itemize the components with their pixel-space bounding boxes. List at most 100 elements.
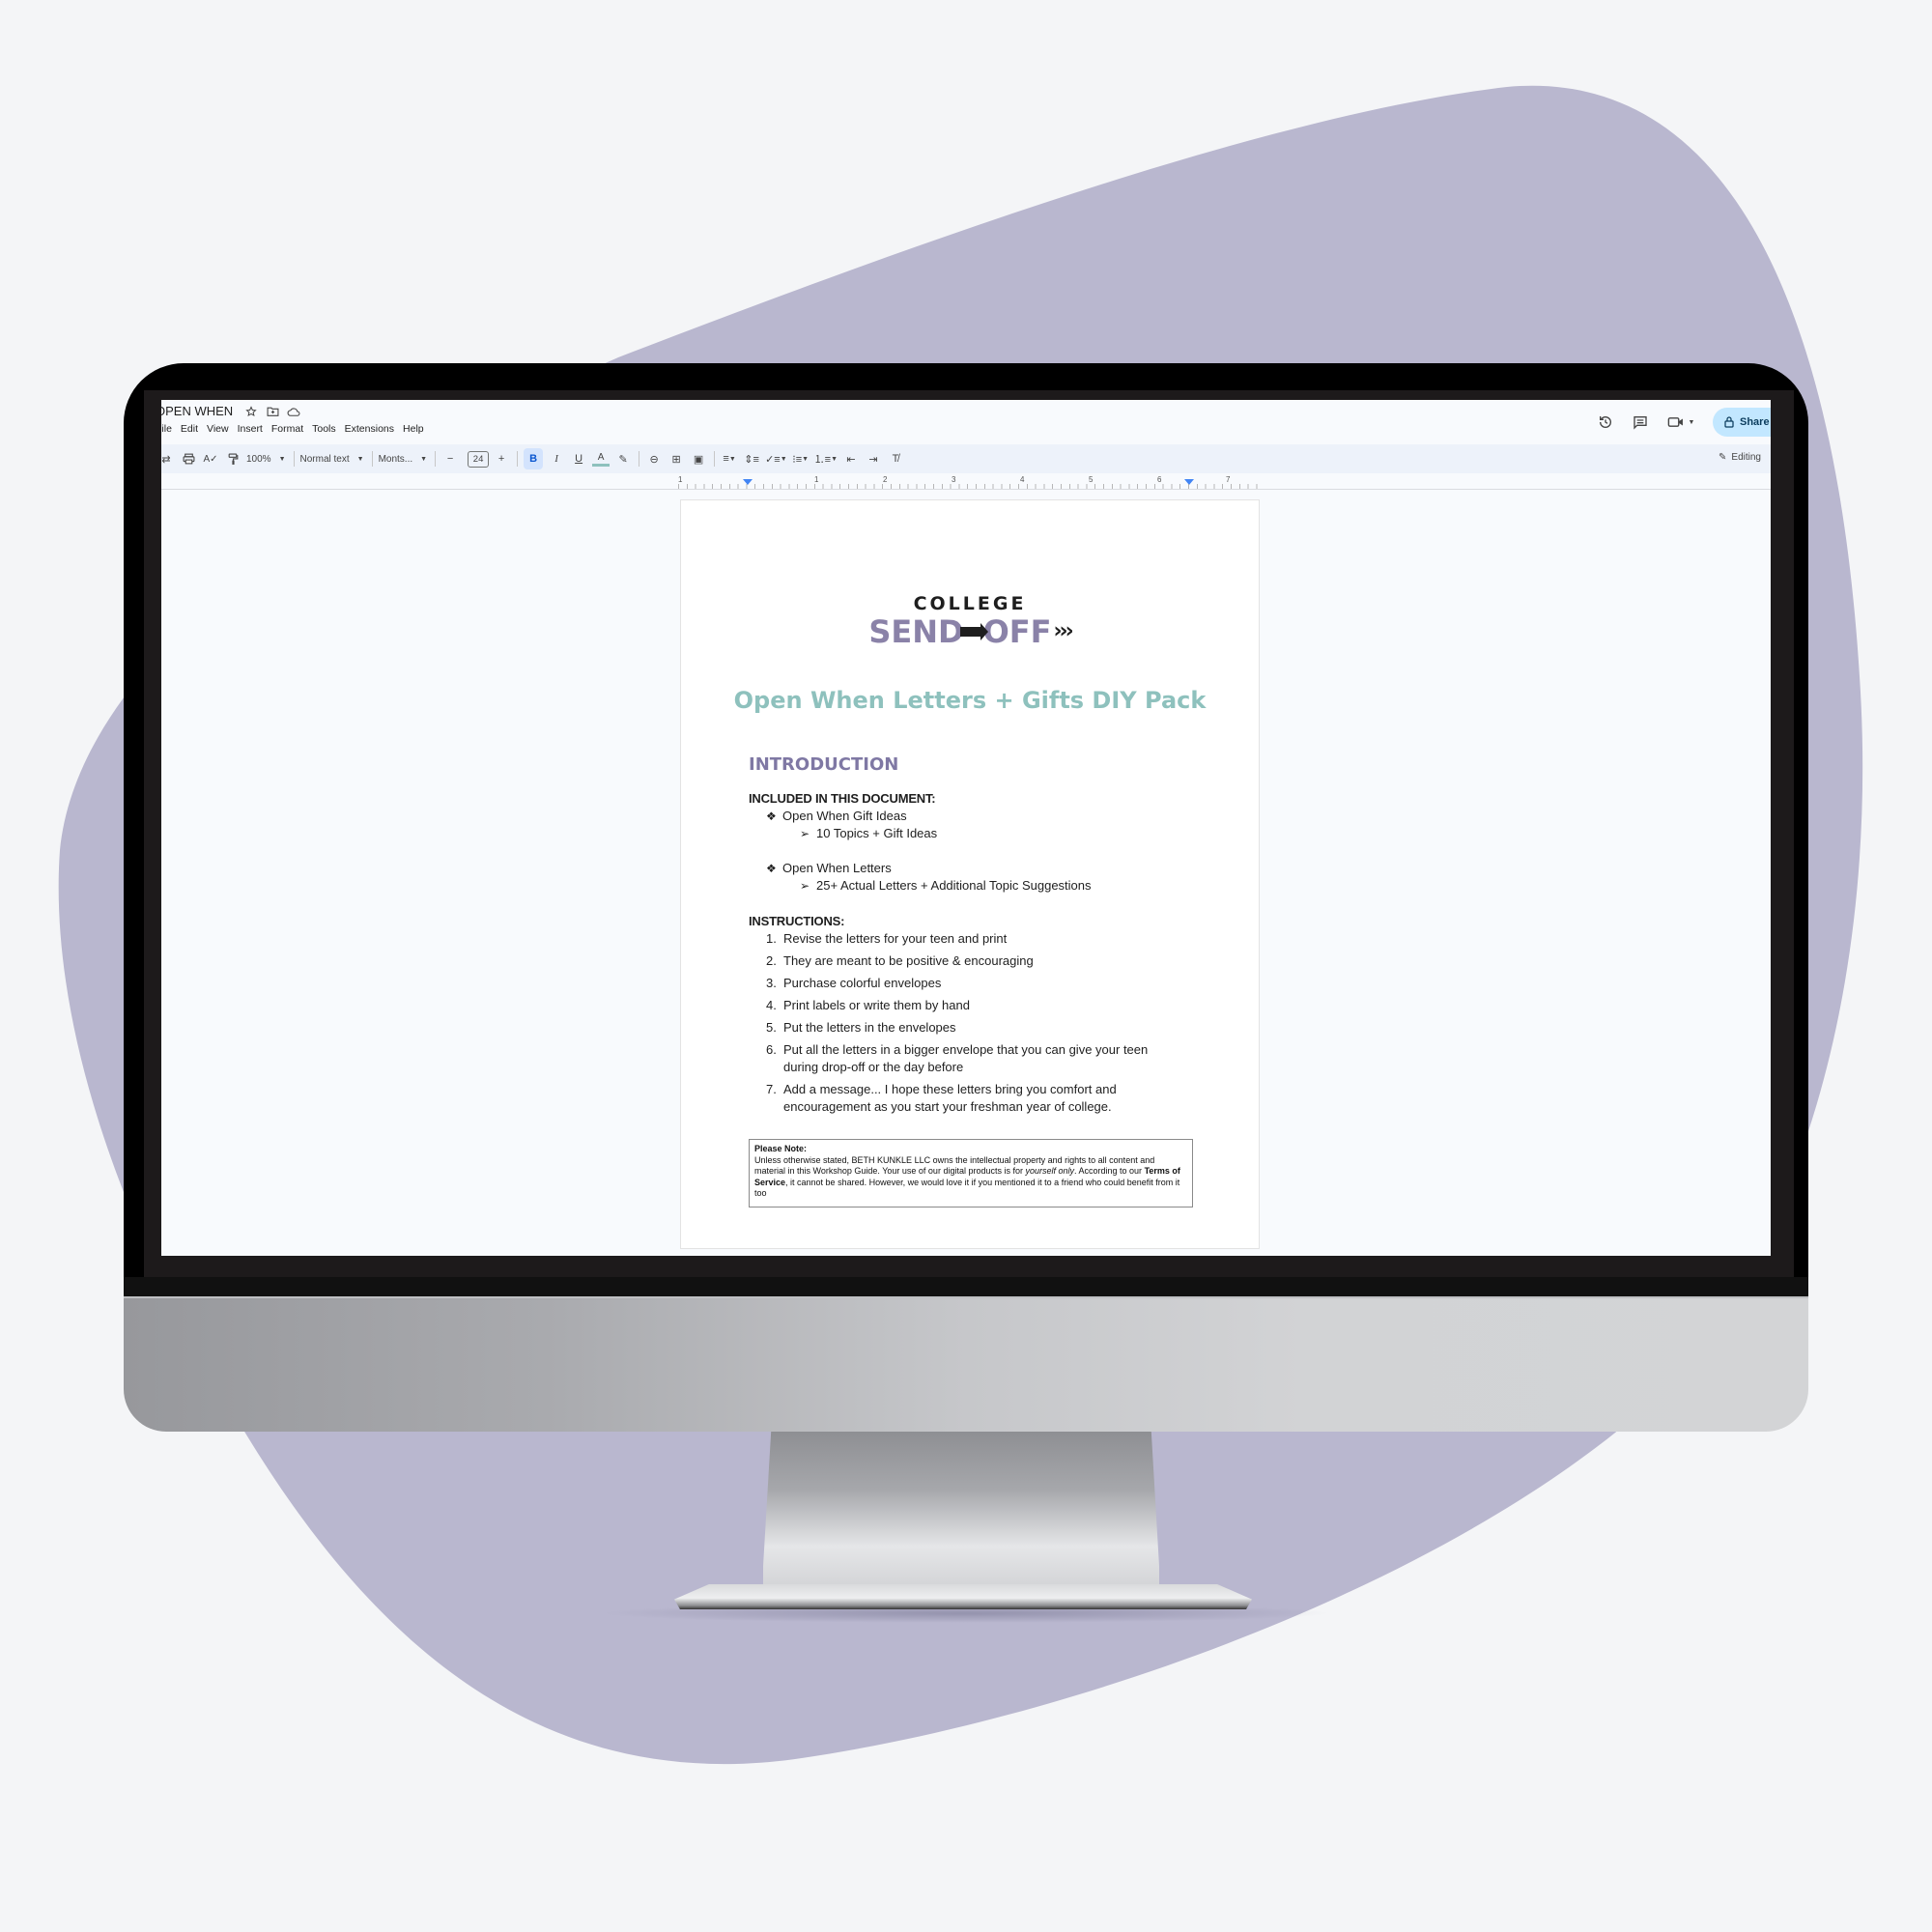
- logo: COLLEGE SEND OFF ›››: [681, 593, 1259, 647]
- paint-format-icon[interactable]: [224, 448, 242, 469]
- document-heading: Open When Letters + Gifts DIY Pack: [733, 687, 1207, 714]
- style-select[interactable]: Normal text ▼: [300, 454, 364, 465]
- instruction-item: 1. Revise the letters for your teen and p…: [766, 931, 1008, 946]
- list-item: ❖ Open When Gift Ideas: [766, 809, 907, 823]
- menu-edit[interactable]: Edit: [181, 423, 198, 435]
- monitor-chin: [124, 1296, 1808, 1432]
- bulleted-list-icon[interactable]: ⁝≡ ▼: [792, 448, 810, 469]
- clear-formatting-icon[interactable]: T̸: [887, 448, 904, 469]
- ruler-divider: [161, 489, 1771, 490]
- font-size-input[interactable]: 24: [468, 450, 490, 468]
- menu-format[interactable]: Format: [271, 423, 303, 435]
- text-color-button[interactable]: A: [592, 451, 611, 467]
- ruler-label: 3: [952, 475, 956, 484]
- menu-file[interactable]: File: [161, 423, 172, 435]
- meet-dropdown-icon[interactable]: ▼: [1689, 419, 1695, 426]
- legal-note-box: Please Note: Unless otherwise stated, BE…: [749, 1139, 1193, 1208]
- menu-help[interactable]: Help: [403, 423, 424, 435]
- editing-mode-button[interactable]: ✎ Editing: [1719, 452, 1761, 463]
- ruler-label: 2: [883, 475, 888, 484]
- pencil-icon: ✎: [1719, 452, 1727, 463]
- document-page[interactable]: COLLEGE SEND OFF ››› Open When Letters +…: [680, 499, 1260, 1249]
- instruction-item: 2. They are meant to be positive & encour…: [766, 953, 1034, 968]
- bold-button[interactable]: B: [524, 448, 544, 469]
- menu-view[interactable]: View: [207, 423, 229, 435]
- list-subitem: ➢ 10 Topics + Gift Ideas: [800, 826, 938, 840]
- chevron-down-icon: ▼: [420, 455, 428, 463]
- monitor-stand-neck: [763, 1432, 1159, 1596]
- add-comment-icon[interactable]: ⊞: [668, 448, 685, 469]
- diamond-bullet-icon: ❖: [766, 862, 777, 875]
- insert-image-icon[interactable]: ▣: [690, 448, 707, 469]
- logo-send-off: SEND OFF ›››: [868, 613, 1073, 650]
- document-title[interactable]: OPEN WHEN: [161, 404, 233, 418]
- increase-font-size-button[interactable]: +: [493, 448, 510, 469]
- logo-college: COLLEGE: [913, 593, 1027, 614]
- instruction-item: 4. Print labels or write them by hand: [766, 998, 970, 1012]
- ruler-label: 7: [1226, 475, 1231, 484]
- monitor-bezel-bottom: [124, 1277, 1808, 1296]
- lock-icon: [1724, 416, 1734, 428]
- list-subitem: ➢ 25+ Actual Letters + Additional Topic S…: [800, 878, 1092, 893]
- ruler-label: 1: [814, 475, 819, 484]
- ruler-label: 5: [1089, 475, 1094, 484]
- menu-insert[interactable]: Insert: [238, 423, 263, 435]
- align-icon[interactable]: ≡ ▼: [721, 448, 738, 469]
- checklist-icon[interactable]: ✓≡ ▼: [765, 448, 787, 469]
- toolbar-divider: [714, 451, 716, 467]
- instruction-item: 5. Put the letters in the envelopes: [766, 1020, 956, 1035]
- toolbar-divider: [435, 451, 437, 467]
- diamond-bullet-icon: ❖: [766, 810, 777, 823]
- highlight-icon[interactable]: ✎: [614, 448, 632, 469]
- move-to-folder-icon[interactable]: [266, 405, 279, 418]
- ruler-label: 1: [678, 475, 683, 484]
- arrow-bullet-icon: ➢: [800, 879, 810, 893]
- chevron-down-icon: ▼: [356, 455, 364, 463]
- title-bar: OPEN WHEN File Edit View Insert Format T…: [161, 400, 1771, 444]
- version-history-icon[interactable]: [1597, 413, 1614, 431]
- link-icon[interactable]: ⊖: [645, 448, 663, 469]
- comments-icon[interactable]: [1632, 413, 1649, 431]
- underline-button[interactable]: U: [570, 448, 587, 469]
- line-spacing-icon[interactable]: ⇕≡: [743, 448, 760, 469]
- arrow-bullet-icon: ➢: [800, 827, 810, 840]
- note-label: Please Note:: [754, 1144, 808, 1153]
- introduction-heading: INTRODUCTION: [749, 754, 899, 775]
- toolbar: ⇄ A✓ 100% ▼ Normal text ▼ Monts... ▼ − 24 +…: [161, 444, 1771, 473]
- chevrons-icon: ›››: [1053, 619, 1073, 643]
- instructions-label: INSTRUCTIONS:: [749, 914, 845, 928]
- italic-button[interactable]: I: [548, 448, 565, 469]
- print-icon[interactable]: [180, 448, 197, 469]
- toolbar-divider: [517, 451, 519, 467]
- ruler-label: 6: [1157, 475, 1162, 484]
- toolbar-divider: [371, 451, 373, 467]
- increase-indent-icon[interactable]: ⇥: [865, 448, 882, 469]
- chevron-down-icon: ▼: [278, 455, 286, 463]
- ruler: 1 1 2 3 4 5 6 7: [678, 475, 1258, 489]
- decrease-font-size-button[interactable]: −: [441, 448, 459, 469]
- zoom-select[interactable]: 100% ▼: [246, 454, 286, 465]
- menu-bar: File Edit View Insert Format Tools Exten…: [161, 423, 433, 435]
- meet-icon[interactable]: ▼: [1666, 413, 1695, 431]
- menu-extensions[interactable]: Extensions: [345, 423, 394, 435]
- decrease-indent-icon[interactable]: ⇤: [842, 448, 860, 469]
- instruction-item: 7. Add a message... I hope these letters …: [766, 1082, 1117, 1114]
- toolbar-divider: [293, 451, 295, 467]
- included-label: INCLUDED IN THIS DOCUMENT:: [749, 791, 936, 806]
- list-item: ❖ Open When Letters: [766, 861, 892, 875]
- arrow-icon: [959, 623, 988, 640]
- share-button[interactable]: Share: [1713, 408, 1771, 437]
- cloud-saved-icon[interactable]: [287, 405, 300, 418]
- numbered-list-icon[interactable]: ⒈≡ ▼: [814, 448, 838, 469]
- star-icon[interactable]: [244, 405, 258, 418]
- share-label: Share: [1740, 416, 1770, 428]
- ruler-label: 4: [1020, 475, 1025, 484]
- spellcheck-icon[interactable]: A✓: [202, 448, 219, 469]
- menu-tools[interactable]: Tools: [312, 423, 336, 435]
- monitor-stand-base: [674, 1584, 1252, 1609]
- docs-screen: OPEN WHEN File Edit View Insert Format T…: [161, 400, 1771, 1256]
- font-select[interactable]: Monts... ▼: [379, 454, 428, 465]
- instruction-item: 3. Purchase colorful envelopes: [766, 976, 942, 990]
- instruction-item: 6. Put all the letters in a bigger envelo…: [766, 1042, 1149, 1074]
- redo-icon[interactable]: ⇄: [161, 448, 175, 469]
